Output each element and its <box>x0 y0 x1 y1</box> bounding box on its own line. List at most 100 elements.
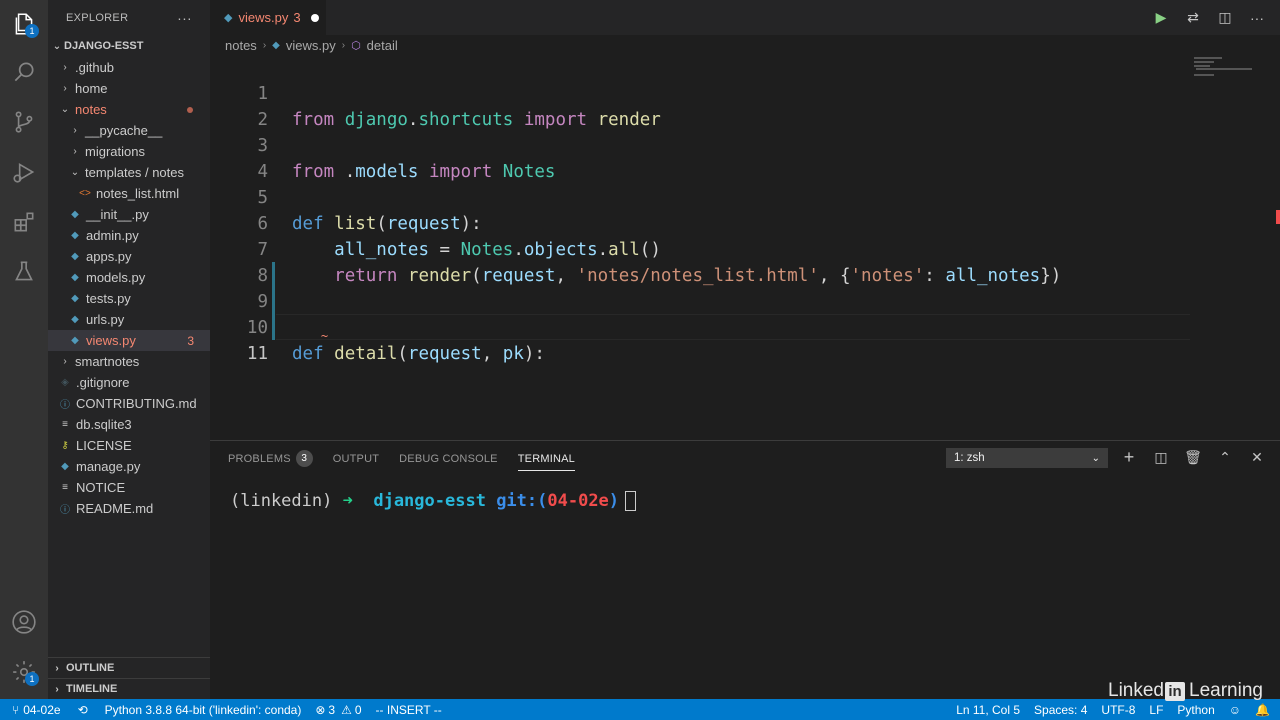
sidebar-item-label: smartnotes <box>75 354 140 369</box>
sidebar-item-github[interactable]: › .github <box>48 57 210 78</box>
code-line: 10 def detail(request, pk): <box>210 289 1190 364</box>
sidebar-item-templates-notes[interactable]: ⌄ templates / notes <box>48 162 210 183</box>
code-editor[interactable]: 1 from django.shortcuts import render 2 … <box>210 55 1280 440</box>
git-branch-icon: ⑂ <box>12 702 20 717</box>
sidebar-item-contributing-md[interactable]: ⓘ CONTRIBUTING.md <box>48 393 210 414</box>
explorer-sidebar: EXPLORER ··· ⌄ DJANGO-ESST › .github › home… <box>48 0 210 699</box>
unsaved-dot-icon[interactable] <box>310 13 319 22</box>
minimap[interactable] <box>1190 55 1270 440</box>
sidebar-item-admin-py[interactable]: ◆ admin.py <box>48 225 210 246</box>
extensions-icon[interactable] <box>0 198 48 246</box>
search-icon[interactable] <box>0 48 48 96</box>
chevron-right-icon: › <box>73 125 77 136</box>
tab-output[interactable]: OUTPUT <box>333 441 379 476</box>
status-eol[interactable]: LF <box>1142 699 1170 720</box>
sidebar-item-readme-md[interactable]: ⓘ README.md <box>48 498 210 519</box>
python-file-icon: ◆ <box>71 230 79 241</box>
sidebar-item-views-py[interactable]: ◆ views.py 3 <box>48 330 210 351</box>
chevron-right-icon: › <box>63 356 67 367</box>
breadcrumb-file[interactable]: views.py <box>286 38 336 53</box>
python-file-icon: ◆ <box>71 314 79 325</box>
sidebar-item-models-py[interactable]: ◆ models.py <box>48 267 210 288</box>
sidebar-item-gitignore[interactable]: ◈ .gitignore <box>48 372 210 393</box>
testing-icon[interactable] <box>0 248 48 296</box>
sidebar-item-label: migrations <box>85 144 145 159</box>
prompt-arrow-icon: ➜ <box>342 491 353 511</box>
status-mode-label: -- INSERT -- <box>375 702 442 717</box>
python-file-icon: ◆ <box>71 272 79 283</box>
python-file-icon: ◆ <box>71 335 79 346</box>
status-interpreter[interactable]: Python 3.8.8 64-bit ('linkedin': conda) <box>98 699 309 720</box>
account-icon[interactable] <box>0 598 48 646</box>
explorer-header: EXPLORER ··· <box>48 0 210 35</box>
markdown-file-icon: ⓘ <box>60 400 70 411</box>
sidebar-item-notice[interactable]: ≡ NOTICE <box>48 477 210 498</box>
close-panel-icon[interactable]: ✕ <box>1248 448 1266 466</box>
sidebar-item-apps-py[interactable]: ◆ apps.py <box>48 246 210 267</box>
sidebar-item-label: LICENSE <box>76 438 132 453</box>
terminal-selector[interactable]: 1: zsh ⌄ <box>946 448 1108 468</box>
editor-tabs: ◆ views.py 3 ▶ ⇄ ◫ ··· <box>210 0 1280 35</box>
breadcrumb-folder[interactable]: notes <box>225 38 257 53</box>
sidebar-item-notes[interactable]: ⌄ notes <box>48 99 210 120</box>
maximize-panel-icon[interactable]: ⌃ <box>1216 448 1234 466</box>
sidebar-item-manage-py[interactable]: ◆ manage.py <box>48 456 210 477</box>
sidebar-item-label: __init__.py <box>86 207 149 222</box>
watermark-linked: Linked <box>1108 680 1164 701</box>
split-editor-icon[interactable]: ◫ <box>1216 9 1234 27</box>
split-terminal-icon[interactable]: ◫ <box>1152 448 1170 466</box>
sidebar-item-label: tests.py <box>86 291 131 306</box>
sidebar-item-license[interactable]: ⚷ LICENSE <box>48 435 210 456</box>
sidebar-item-label: CONTRIBUTING.md <box>76 396 197 411</box>
status-language[interactable]: Python <box>1170 699 1221 720</box>
sidebar-item-tests-py[interactable]: ◆ tests.py <box>48 288 210 309</box>
editor-scrollbar[interactable] <box>1270 55 1280 440</box>
terminal-prompt[interactable]: (linkedin) ➜ django-esst git:(04-02e) <box>230 491 637 511</box>
sidebar-item-home[interactable]: › home <box>48 78 210 99</box>
settings-gear-icon[interactable]: 1 <box>0 648 48 696</box>
timeline-section[interactable]: › TIMELINE <box>48 678 210 699</box>
sidebar-item-smartnotes[interactable]: › smartnotes <box>48 351 210 372</box>
sidebar-item-init-py[interactable]: ◆ __init__.py <box>48 204 210 225</box>
notifications-bell-icon[interactable]: 🔔 <box>1248 699 1280 720</box>
run-debug-icon[interactable] <box>0 148 48 196</box>
more-actions-icon[interactable]: ··· <box>177 10 192 26</box>
sidebar-item-label: admin.py <box>86 228 139 243</box>
error-icon: ⊗ <box>315 702 326 717</box>
feedback-icon[interactable]: ☺ <box>1222 699 1248 720</box>
sidebar-item-pycache[interactable]: › __pycache__ <box>48 120 210 141</box>
workspace-root[interactable]: ⌄ DJANGO-ESST <box>48 35 210 57</box>
code-line: 1 from django.shortcuts import render <box>210 55 1190 130</box>
trash-icon[interactable]: 🗑 <box>1184 448 1202 466</box>
breadcrumb-symbol[interactable]: detail <box>367 38 398 53</box>
sync-icon[interactable]: ⟲ <box>68 699 98 720</box>
sidebar-item-db-sqlite3[interactable]: ≡ db.sqlite3 <box>48 414 210 435</box>
status-branch[interactable]: ⑂ 04-02e <box>0 699 68 720</box>
sidebar-item-notes-list-html[interactable]: <> notes_list.html <box>48 183 210 204</box>
chevron-down-icon: ⌄ <box>1091 452 1100 464</box>
symbol-method-icon: ⬡ <box>351 39 361 52</box>
status-problems[interactable]: ⊗ 3 ⚠ 0 <box>308 699 368 720</box>
outline-section[interactable]: › OUTLINE <box>48 657 210 678</box>
open-changes-icon[interactable]: ⇄ <box>1184 9 1202 27</box>
code-line: 11 ~ <box>210 315 1190 364</box>
run-file-icon[interactable]: ▶ <box>1152 9 1170 27</box>
status-position[interactable]: Ln 11, Col 5 <box>949 699 1027 720</box>
breadcrumb: notes › ◆ views.py › ⬡ detail <box>210 35 1190 55</box>
sidebar-item-migrations[interactable]: › migrations <box>48 141 210 162</box>
status-encoding[interactable]: UTF-8 <box>1094 699 1142 720</box>
tab-debug-console[interactable]: DEBUG CONSOLE <box>399 441 498 476</box>
tab-views-py[interactable]: ◆ views.py 3 <box>210 0 326 35</box>
html-file-icon: <> <box>79 188 91 199</box>
tab-terminal[interactable]: TERMINAL <box>517 441 576 476</box>
explorer-icon[interactable]: 1 <box>0 0 48 48</box>
source-control-icon[interactable] <box>0 98 48 146</box>
tab-problems[interactable]: PROBLEMS 3 <box>228 441 313 476</box>
status-interpreter-label: Python 3.8.8 64-bit ('linkedin': conda) <box>104 702 302 717</box>
more-actions-icon[interactable]: ··· <box>1248 9 1266 27</box>
sidebar-item-urls-py[interactable]: ◆ urls.py <box>48 309 210 330</box>
status-spaces[interactable]: Spaces: 4 <box>1027 699 1094 720</box>
license-file-icon: ⚷ <box>61 440 69 451</box>
new-terminal-icon[interactable]: + <box>1120 447 1138 467</box>
sidebar-item-label: db.sqlite3 <box>76 417 132 432</box>
